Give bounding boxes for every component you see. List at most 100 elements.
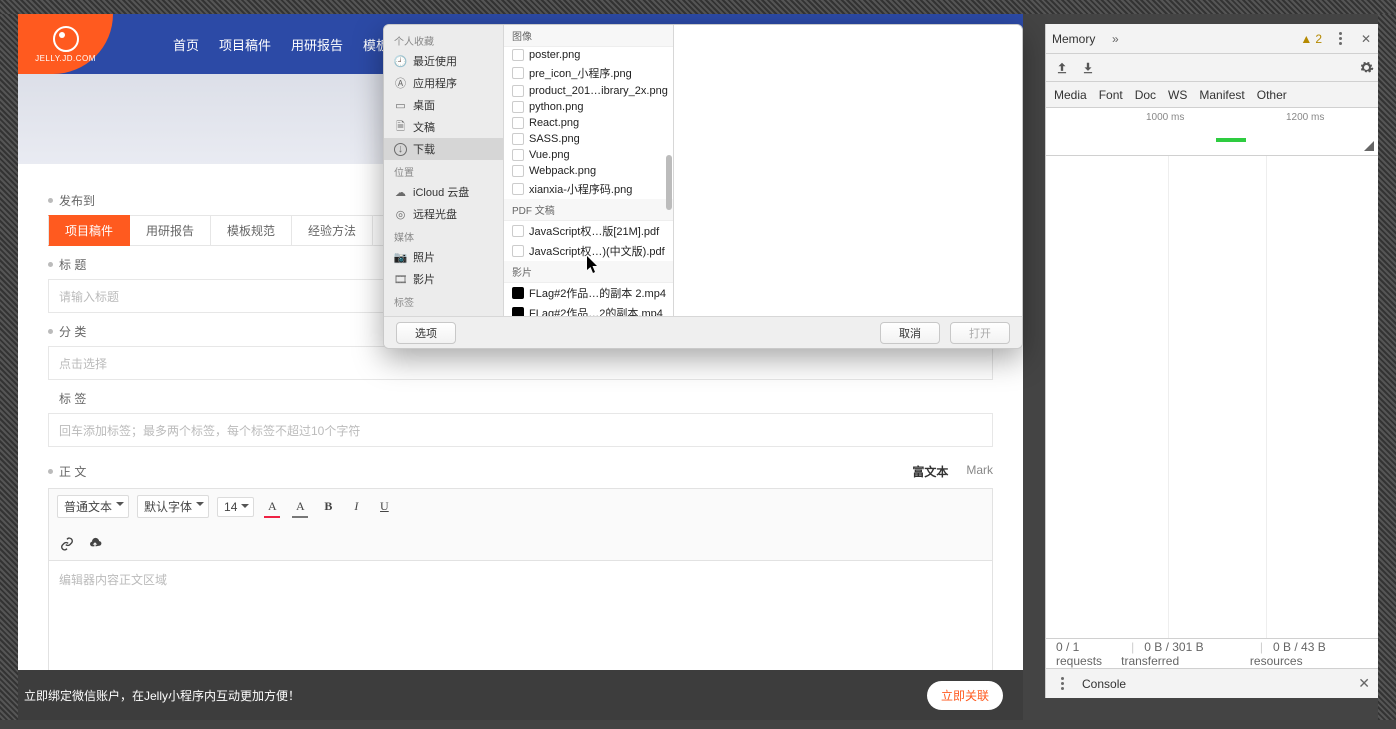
console-menu-icon[interactable] (1054, 676, 1070, 692)
sidebar-apps[interactable]: Ⓐ应用程序 (384, 72, 503, 94)
sidebar-movies[interactable]: 🎞影片 (384, 268, 503, 290)
font-select[interactable]: 默认字体 (137, 495, 209, 518)
editor-toolbar: 普通文本 默认字体 14 A A B I U (48, 488, 993, 561)
sidebar-photos[interactable]: 📷照片 (384, 246, 503, 268)
open-button[interactable]: 打开 (950, 322, 1010, 344)
mouse-cursor-icon (586, 256, 600, 274)
tags-input[interactable]: 回车添加标签；最多两个标签，每个标签不超过10个字符 (48, 413, 993, 447)
options-button[interactable]: 选项 (396, 322, 456, 344)
group-pdf: PDF 文稿 (504, 199, 673, 221)
site-logo[interactable]: JELLY.JD.COM (18, 14, 113, 74)
file-item[interactable]: Webpack.png (504, 163, 673, 179)
size-select[interactable]: 14 (217, 497, 254, 517)
sidebar-remote[interactable]: ◎远程光盘 (384, 203, 503, 225)
label-body: 正 文 (48, 463, 86, 480)
close-devtools-icon[interactable]: ✕ (1358, 31, 1374, 47)
file-item[interactable]: FLag#2作品…的副本 2.mp4 (504, 283, 673, 303)
jelly-logo-icon (53, 26, 79, 52)
network-timeline[interactable]: 1000 ms 1200 ms (1046, 108, 1378, 156)
filter-ws[interactable]: WS (1168, 88, 1187, 102)
sidebar-desktop[interactable]: ▭桌面 (384, 94, 503, 116)
close-console-icon[interactable]: ✕ (1358, 675, 1370, 692)
format-select[interactable]: 普通文本 (57, 495, 129, 518)
apps-icon: Ⓐ (394, 77, 407, 90)
file-item[interactable]: poster.png (504, 47, 673, 63)
filter-doc[interactable]: Doc (1135, 88, 1156, 102)
download-har-icon[interactable] (1080, 60, 1096, 76)
more-tabs-icon[interactable]: » (1107, 31, 1123, 47)
sidebar-h-location: 位置 (384, 160, 503, 181)
filter-manifest[interactable]: Manifest (1199, 88, 1244, 102)
file-item[interactable]: SASS.png (504, 131, 673, 147)
file-open-dialog: 个人收藏 🕘最近使用 Ⓐ应用程序 ▭桌面 🗎文稿 下载 位置 ☁iCloud 云… (383, 24, 1023, 349)
timeline-resize-icon[interactable] (1364, 141, 1374, 151)
status-requests: 0 / 1 requests (1056, 640, 1121, 668)
console-drawer: Console ✕ (1046, 668, 1378, 698)
nav-project[interactable]: 项目稿件 (219, 35, 271, 54)
sidebar-downloads[interactable]: 下载 (384, 138, 503, 160)
dialog-footer: 选项 取消 打开 (384, 316, 1022, 348)
status-resources: 0 B / 43 B resources (1250, 640, 1368, 668)
italic-button[interactable]: I (346, 497, 366, 517)
timeline-tick-1: 1000 ms (1146, 112, 1184, 123)
tab-template[interactable]: 模板规范 (211, 215, 292, 246)
file-item[interactable]: product_201…ibrary_2x.png (504, 83, 673, 99)
logo-text: JELLY.JD.COM (35, 54, 96, 63)
dialog-sidebar: 个人收藏 🕘最近使用 Ⓐ应用程序 ▭桌面 🗎文稿 下载 位置 ☁iCloud 云… (384, 25, 504, 316)
text-color-button[interactable]: A (262, 497, 282, 517)
sidebar-recent[interactable]: 🕘最近使用 (384, 50, 503, 72)
devtools-tabbar: Memory » ▲2 ✕ (1046, 24, 1378, 54)
tab-project[interactable]: 项目稿件 (48, 215, 130, 246)
file-preview-column (674, 25, 1022, 316)
sidebar-h-tags: 标签 (384, 290, 503, 311)
network-grid[interactable] (1046, 156, 1378, 638)
tab-memory[interactable]: Memory (1050, 28, 1097, 50)
status-transferred: 0 B / 301 B transferred (1121, 640, 1250, 668)
link-button[interactable] (57, 534, 77, 554)
upload-har-icon[interactable] (1054, 60, 1070, 76)
scrollbar-thumb[interactable] (666, 155, 672, 210)
mode-richtext[interactable]: 富文本 (912, 463, 948, 480)
devtools-filter-row: Media Font Doc WS Manifest Other (1046, 82, 1378, 108)
sidebar-documents[interactable]: 🗎文稿 (384, 116, 503, 138)
cloud-icon: ☁ (394, 186, 407, 199)
bottom-msg: 立即绑定微信账户，在Jelly小程序内互动更加方便！ (24, 687, 300, 704)
bold-button[interactable]: B (318, 497, 338, 517)
tab-experience[interactable]: 经验方法 (292, 215, 373, 246)
tab-research[interactable]: 用研报告 (130, 215, 211, 246)
file-item[interactable]: python.png (504, 99, 673, 115)
file-item[interactable]: pre_icon_小程序.png (504, 63, 673, 83)
warning-badge[interactable]: ▲2 (1300, 32, 1322, 46)
devtools-panel: Memory » ▲2 ✕ Media Font Doc WS Manifest… (1045, 24, 1378, 698)
filter-media[interactable]: Media (1054, 88, 1087, 102)
bg-color-button[interactable]: A (290, 497, 310, 517)
group-images: 图像 (504, 25, 673, 47)
upload-button[interactable] (85, 534, 105, 554)
filter-font[interactable]: Font (1099, 88, 1123, 102)
file-item[interactable]: FLag#2作品…2的副本.mp4 (504, 303, 673, 316)
filter-other[interactable]: Other (1257, 88, 1287, 102)
nav-research[interactable]: 用研报告 (291, 35, 343, 54)
console-title[interactable]: Console (1082, 677, 1126, 691)
file-item[interactable]: Vue.png (504, 147, 673, 163)
warning-icon: ▲ (1300, 32, 1312, 46)
sidebar-icloud[interactable]: ☁iCloud 云盘 (384, 181, 503, 203)
camera-icon: 📷 (394, 251, 407, 264)
nav-home[interactable]: 首页 (173, 35, 199, 54)
recent-icon: 🕘 (394, 55, 407, 68)
underline-button[interactable]: U (374, 497, 394, 517)
documents-icon: 🗎 (394, 121, 407, 134)
category-select[interactable]: 点击选择 (48, 346, 993, 380)
film-icon: 🎞 (394, 273, 407, 286)
mode-markdown[interactable]: Mark (966, 463, 993, 480)
file-item[interactable]: React.png (504, 115, 673, 131)
kebab-menu-icon[interactable] (1332, 31, 1348, 47)
settings-gear-icon[interactable] (1358, 60, 1374, 76)
file-item[interactable]: xianxia-小程序码.png (504, 179, 673, 199)
cancel-button[interactable]: 取消 (880, 322, 940, 344)
file-item[interactable]: JavaScript权…版[21M].pdf (504, 221, 673, 241)
disc-icon: ◎ (394, 208, 407, 221)
link-wechat-button[interactable]: 立即关联 (927, 681, 1003, 710)
downloads-icon (394, 143, 407, 156)
label-tags: 标 签 (48, 390, 993, 407)
